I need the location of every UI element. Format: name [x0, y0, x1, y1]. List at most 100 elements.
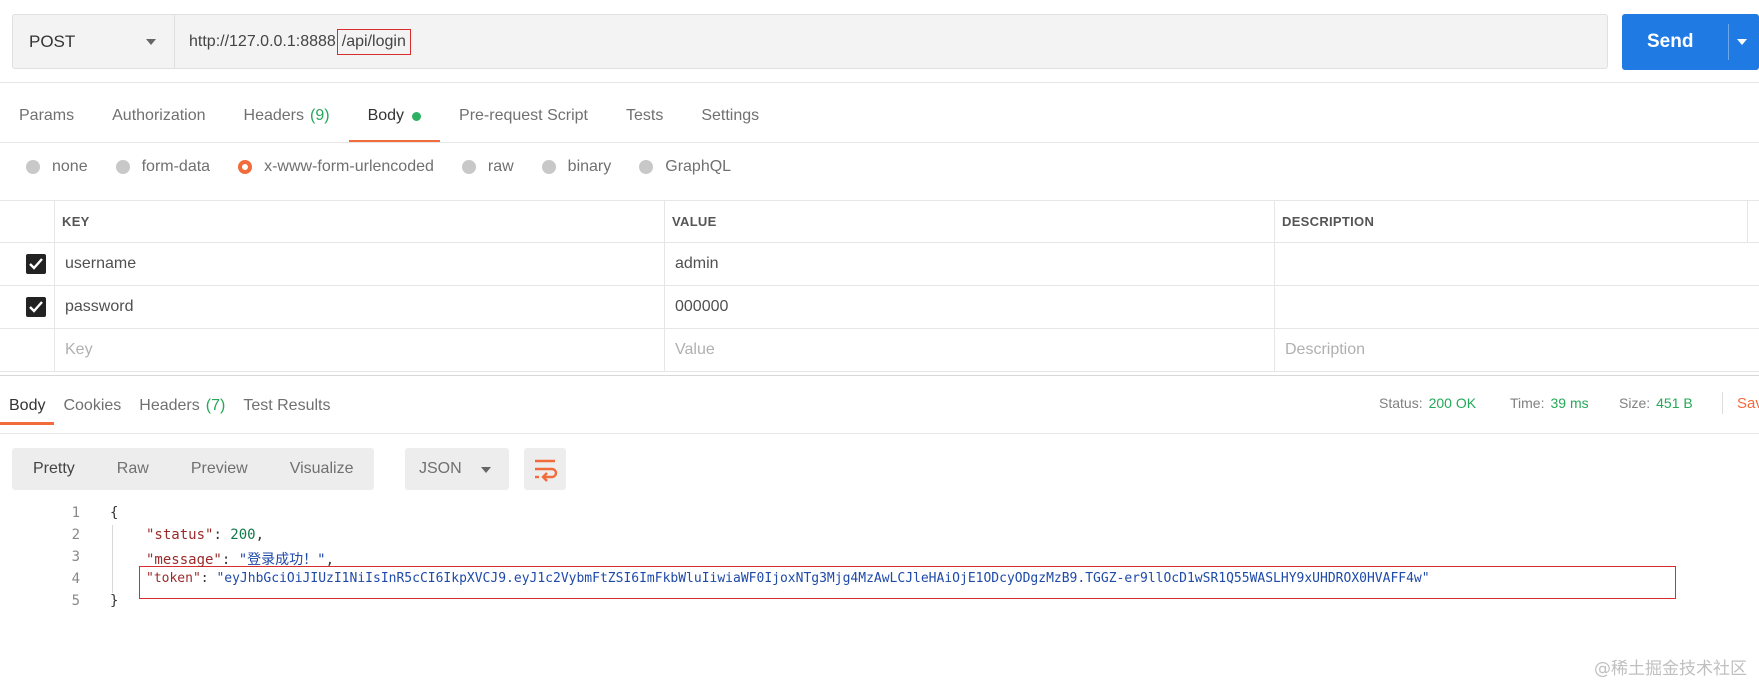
save-response-button[interactable]: Sav	[1737, 395, 1759, 412]
tab-label: Headers	[243, 107, 304, 124]
radio-circle-icon	[541, 160, 556, 174]
key-placeholder[interactable]: Key	[65, 329, 93, 371]
url-path-highlight: /api/login	[336, 28, 411, 55]
send-divider	[1728, 24, 1729, 60]
description-placeholder[interactable]: Description	[1285, 329, 1365, 371]
value-field[interactable]: admin	[675, 243, 719, 285]
radio-x-www-form-urlencoded[interactable]: x-www-form-urlencoded	[238, 158, 434, 176]
radio-circle-icon	[639, 160, 654, 174]
value-placeholder[interactable]: Value	[675, 329, 715, 371]
tab-settings[interactable]: Settings	[682, 92, 778, 140]
json-number: 200	[230, 527, 256, 543]
row-checkbox[interactable]	[26, 297, 46, 317]
column-divider	[664, 286, 665, 328]
url-input[interactable]: http://127.0.0.1:8888/api/login	[189, 15, 411, 68]
tab-test-results[interactable]: Test Results	[234, 389, 339, 422]
status-label: Status:	[1379, 395, 1423, 411]
column-divider	[664, 329, 665, 371]
size-label: Size:	[1619, 395, 1651, 411]
tab-count: (7)	[205, 396, 226, 414]
column-header-key: KEY	[62, 213, 90, 229]
send-button[interactable]: Send	[1622, 14, 1759, 70]
line-number: 1	[71, 505, 80, 521]
tab-label: Pre-request Script	[459, 107, 588, 124]
view-raw-button[interactable]: Raw	[96, 448, 170, 490]
view-visualize-button[interactable]: Visualize	[269, 448, 375, 490]
radio-form-data[interactable]: form-data	[115, 158, 211, 176]
tab-pre-request-script[interactable]: Pre-request Script	[440, 92, 607, 140]
radio-none[interactable]: none	[26, 158, 88, 176]
column-divider	[664, 200, 665, 242]
column-divider	[1274, 243, 1275, 285]
tab-label: Authorization	[112, 107, 206, 124]
column-divider	[1274, 329, 1275, 371]
json-string: "eyJhbGciOiJIUzI1NiIsInR5cCI6IkpXVCJ9.ey…	[216, 571, 1430, 586]
radio-label: form-data	[141, 158, 211, 175]
method-select[interactable]: POST	[13, 15, 175, 68]
radio-raw[interactable]: raw	[461, 158, 514, 176]
tab-label: Test Results	[243, 396, 331, 414]
radio-circle-icon	[115, 160, 130, 174]
key-field[interactable]: password	[65, 286, 133, 328]
divider	[0, 82, 1759, 83]
key-field[interactable]: username	[65, 243, 136, 285]
view-preview-button[interactable]: Preview	[170, 448, 269, 490]
tab-headers[interactable]: Headers (9)	[225, 92, 349, 140]
url-bar: POST http://127.0.0.1:8888/api/login	[12, 14, 1608, 69]
table-row-new: Key Value Description	[0, 329, 1759, 372]
code-line: "status": 200,	[146, 527, 265, 543]
view-pretty-button[interactable]: Pretty	[12, 448, 96, 490]
radio-selected-icon	[238, 160, 253, 174]
tab-label: Body	[367, 107, 405, 124]
chevron-down-icon	[481, 467, 491, 473]
chevron-down-icon	[146, 39, 156, 45]
radio-label: none	[52, 158, 88, 175]
body-type-radios: none form-data x-www-form-urlencoded raw…	[26, 158, 759, 176]
watermark: @稀土掘金技术社区	[1594, 659, 1747, 679]
row-checkbox[interactable]	[26, 254, 46, 274]
method-label: POST	[29, 31, 76, 51]
status-value: 200 OK	[1428, 395, 1477, 411]
tab-label: Settings	[701, 107, 760, 124]
column-divider	[54, 243, 55, 285]
tab-tests[interactable]: Tests	[607, 92, 682, 140]
chevron-down-icon[interactable]	[1737, 39, 1747, 45]
code-line: "message": "登录成功！",	[146, 552, 335, 568]
table-header-row: KEY VALUE DESCRIPTION	[0, 200, 1759, 243]
radio-label: GraphQL	[665, 158, 732, 175]
url-base: http://127.0.0.1:8888	[189, 32, 336, 50]
tab-body[interactable]: Body	[348, 92, 441, 143]
format-select[interactable]: JSON	[405, 448, 509, 490]
column-divider	[54, 286, 55, 328]
tab-label: Tests	[625, 107, 664, 124]
column-divider	[54, 329, 55, 371]
divider	[0, 375, 1759, 376]
radio-label: binary	[567, 158, 612, 175]
format-label: JSON	[419, 460, 462, 477]
tab-params[interactable]: Params	[0, 92, 93, 140]
column-divider	[54, 200, 55, 242]
value-field[interactable]: 000000	[675, 286, 728, 328]
line-number: 3	[71, 549, 80, 565]
status-indicator: Status: 200 OK	[1379, 395, 1476, 411]
time-indicator: Time: 39 ms	[1510, 395, 1589, 411]
radio-binary[interactable]: binary	[541, 158, 612, 176]
tab-label: Cookies	[63, 396, 122, 414]
tab-authorization[interactable]: Authorization	[93, 92, 224, 140]
tab-response-body[interactable]: Body	[0, 389, 55, 425]
radio-circle-icon	[461, 160, 476, 174]
radio-circle-icon	[26, 160, 40, 174]
tab-cookies[interactable]: Cookies	[54, 389, 130, 422]
indent-guide	[112, 525, 113, 593]
code-line: {	[110, 505, 119, 521]
view-mode-switch: Pretty Raw Preview Visualize	[12, 448, 375, 490]
divider	[0, 433, 1759, 434]
radio-graphql[interactable]: GraphQL	[639, 158, 731, 176]
response-tabs: Body Cookies Headers (7) Test Results	[0, 389, 339, 425]
checkmark-icon	[29, 258, 43, 270]
wrap-lines-button[interactable]	[524, 448, 566, 490]
request-tabs: Params Authorization Headers (9) Body Pre…	[0, 92, 778, 143]
tab-response-headers[interactable]: Headers (7)	[130, 389, 234, 422]
json-string: "登录成功！"	[238, 552, 326, 568]
checkmark-icon	[29, 301, 43, 313]
